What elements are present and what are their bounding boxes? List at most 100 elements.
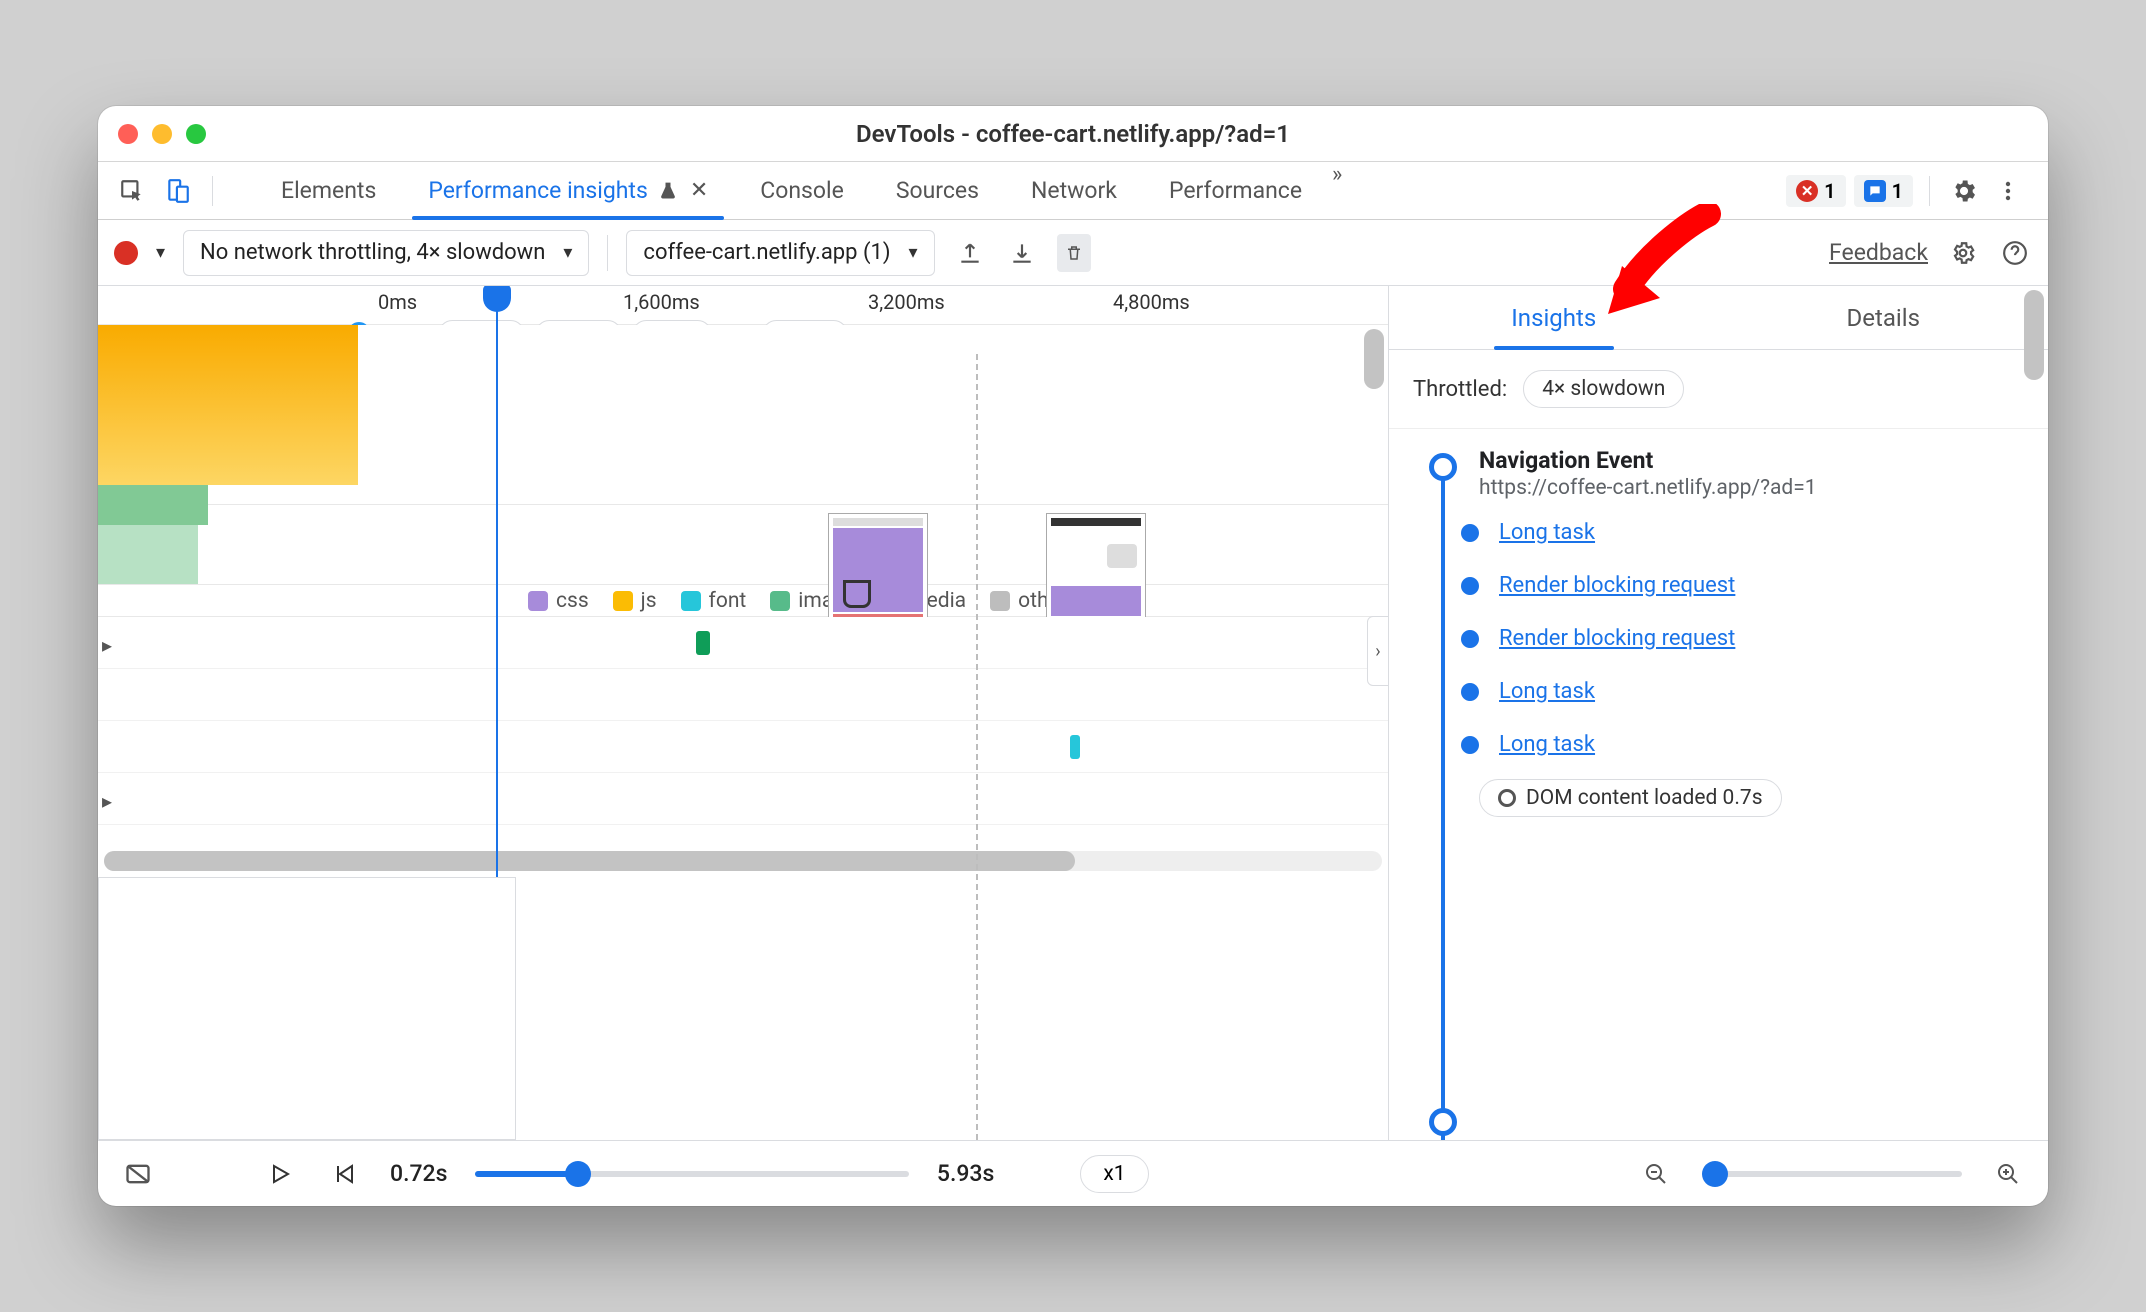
vertical-scrollbar[interactable] (2024, 290, 2044, 380)
insight-link[interactable]: Render blocking request (1499, 626, 1735, 651)
window-title: DevTools - coffee-cart.netlify.app/?ad=1 (98, 120, 2048, 148)
divider (212, 176, 213, 206)
kebab-menu-icon[interactable] (1990, 173, 2026, 209)
annotation-arrow-icon (1608, 204, 1728, 314)
zoom-window-button[interactable] (186, 124, 206, 144)
record-button[interactable] (114, 241, 138, 265)
insight-item[interactable]: Render blocking request (1467, 626, 2024, 651)
zoom-in-icon[interactable] (1990, 1156, 2026, 1192)
throttle-select[interactable]: No network throttling, 4× slowdown ▾ (183, 230, 589, 276)
slider-knob[interactable] (565, 1161, 591, 1187)
more-tabs-icon[interactable]: » (1328, 162, 1346, 219)
track-row (98, 773, 1388, 825)
toggle-screenshot-icon[interactable] (120, 1156, 156, 1192)
track-row (98, 721, 1388, 773)
divider (1929, 176, 1930, 206)
tab-console[interactable]: Console (734, 162, 870, 219)
zoom-out-icon[interactable] (1638, 1156, 1674, 1192)
zoom-slider[interactable] (1702, 1171, 1962, 1177)
overview-strip[interactable] (98, 325, 1388, 505)
tab-elements[interactable]: Elements (255, 162, 402, 219)
screenshot-thumbnail[interactable] (828, 513, 928, 633)
device-toolbar-icon[interactable] (160, 173, 196, 209)
tab-label: Performance (1169, 177, 1302, 204)
import-icon[interactable] (1005, 240, 1039, 266)
horizontal-scrollbar[interactable] (104, 851, 1382, 871)
tick-label: 4,800ms (1113, 290, 1358, 314)
feedback-link[interactable]: Feedback (1829, 239, 1928, 266)
filmstrip-preview-popup (98, 877, 516, 1140)
playback-slider[interactable] (475, 1171, 908, 1177)
tab-label: Sources (896, 177, 979, 204)
insight-link[interactable]: Long task (1499, 679, 1595, 704)
timeline-dot-icon (1461, 524, 1479, 542)
tab-label: Details (1847, 304, 1920, 332)
legend-item: font (681, 589, 747, 613)
tab-label: Insights (1511, 304, 1596, 332)
slider-knob[interactable] (1702, 1161, 1728, 1187)
export-icon[interactable] (953, 240, 987, 266)
swatch-icon (528, 591, 548, 611)
devtools-window: DevTools - coffee-cart.netlify.app/?ad=1… (98, 106, 2048, 1206)
rewind-icon[interactable] (326, 1156, 362, 1192)
close-tab-icon[interactable]: ✕ (690, 178, 708, 203)
insight-item[interactable]: Long task (1467, 679, 2024, 704)
panel-settings-icon[interactable] (1946, 240, 1980, 266)
throttle-value: 4× slowdown (1523, 370, 1684, 408)
help-icon[interactable] (1998, 240, 2032, 266)
screenshot-thumbnail[interactable] (1046, 513, 1146, 633)
slider-fill (475, 1171, 575, 1177)
tab-performance[interactable]: Performance (1143, 162, 1328, 219)
minimize-window-button[interactable] (152, 124, 172, 144)
track-row (98, 669, 1388, 721)
tab-label: Console (760, 177, 844, 204)
navigation-event[interactable]: Navigation Event https://coffee-cart.net… (1479, 447, 2024, 500)
panel-body: 0ms 1,600ms 3,200ms 4,800ms DCL FCP TTI … (98, 286, 2048, 1140)
vertical-scrollbar[interactable] (1364, 329, 1384, 389)
tab-performance-insights[interactable]: Performance insights ✕ (402, 162, 734, 219)
settings-icon[interactable] (1946, 173, 1982, 209)
flask-icon (658, 181, 678, 201)
insight-item[interactable]: Long task (1467, 520, 2024, 545)
messages-badge[interactable]: 1 (1854, 175, 1913, 207)
speed-pill[interactable]: x1 (1080, 1155, 1148, 1193)
devtools-tabs-row: Elements Performance insights ✕ Console … (98, 162, 2048, 220)
timeline-dot-icon (1461, 630, 1479, 648)
filmstrip (98, 505, 1388, 585)
insight-link[interactable]: Render blocking request (1499, 573, 1735, 598)
duration: 5.93s (937, 1160, 994, 1187)
chevron-down-icon: ▾ (909, 242, 918, 263)
scrollbar-thumb[interactable] (104, 851, 1075, 871)
tab-network[interactable]: Network (1005, 162, 1143, 219)
tracks-area[interactable]: ▸ ▸ (98, 617, 1388, 877)
track-chip[interactable] (696, 631, 710, 655)
cup-icon (1107, 544, 1137, 568)
play-icon[interactable] (262, 1156, 298, 1192)
ring-icon (1498, 789, 1516, 807)
insight-item[interactable]: Render blocking request (1467, 573, 2024, 598)
insight-link[interactable]: Long task (1499, 732, 1595, 757)
track-chip[interactable] (1070, 735, 1080, 759)
message-count: 1 (1892, 179, 1903, 203)
recording-select[interactable]: coffee-cart.netlify.app (1) ▾ (626, 230, 934, 276)
dom-loaded-label: DOM content loaded 0.7s (1526, 786, 1763, 810)
tab-details[interactable]: Details (1719, 286, 2049, 349)
expand-sidebar-icon[interactable]: › (1367, 616, 1388, 686)
insight-item[interactable]: Long task (1467, 732, 2024, 757)
dom-content-loaded-pill[interactable]: DOM content loaded 0.7s (1479, 779, 1782, 817)
current-time: 0.72s (390, 1160, 447, 1187)
timeline-panel: 0ms 1,600ms 3,200ms 4,800ms DCL FCP TTI … (98, 286, 1388, 1140)
close-window-button[interactable] (118, 124, 138, 144)
error-count: 1 (1824, 179, 1835, 203)
tab-sources[interactable]: Sources (870, 162, 1005, 219)
inspect-element-icon[interactable] (114, 173, 150, 209)
swatch-icon (990, 591, 1010, 611)
errors-badge[interactable]: ✕ 1 (1786, 175, 1845, 207)
delete-icon[interactable] (1057, 234, 1091, 272)
timeline-ruler[interactable]: 0ms 1,600ms 3,200ms 4,800ms DCL FCP TTI … (98, 286, 1388, 325)
legend-item: css (528, 589, 589, 613)
timeline-dot-icon (1461, 683, 1479, 701)
record-options-chevron-icon[interactable]: ▾ (156, 242, 165, 263)
insights-sidebar: Insights Details Throttled: 4× slowdown … (1388, 286, 2048, 1140)
insight-link[interactable]: Long task (1499, 520, 1595, 545)
